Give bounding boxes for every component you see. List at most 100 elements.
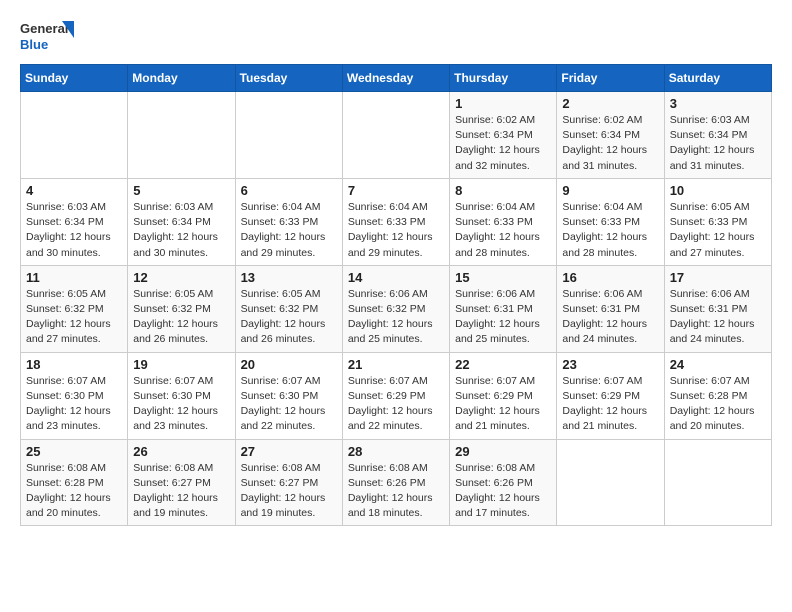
day-detail: Sunrise: 6:08 AM Sunset: 6:28 PM Dayligh… xyxy=(26,462,111,520)
day-detail: Sunrise: 6:08 AM Sunset: 6:26 PM Dayligh… xyxy=(455,462,540,520)
day-cell: 19Sunrise: 6:07 AM Sunset: 6:30 PM Dayli… xyxy=(128,352,235,439)
col-header-friday: Friday xyxy=(557,65,664,92)
day-detail: Sunrise: 6:08 AM Sunset: 6:26 PM Dayligh… xyxy=(348,462,433,520)
day-detail: Sunrise: 6:05 AM Sunset: 6:33 PM Dayligh… xyxy=(670,201,755,259)
day-detail: Sunrise: 6:08 AM Sunset: 6:27 PM Dayligh… xyxy=(133,462,218,520)
day-number: 8 xyxy=(455,183,551,198)
day-detail: Sunrise: 6:06 AM Sunset: 6:31 PM Dayligh… xyxy=(562,288,647,346)
week-row-2: 4 Sunrise: 6:03 AM Sunset: 6:34 PM Daylig… xyxy=(21,178,772,265)
day-detail: Sunrise: 6:03 AM Sunset: 6:34 PM Dayligh… xyxy=(670,114,755,172)
day-cell: 2Sunrise: 6:02 AM Sunset: 6:34 PM Daylig… xyxy=(557,92,664,179)
col-header-saturday: Saturday xyxy=(664,65,771,92)
day-number: 12 xyxy=(133,270,229,285)
day-cell: 22Sunrise: 6:07 AM Sunset: 6:29 PM Dayli… xyxy=(450,352,557,439)
day-cell: 12 Sunrise: 6:05 AM Sunset: 6:32 PM Dayli… xyxy=(128,265,235,352)
day-detail: Sunrise: 6:06 AM Sunset: 6:31 PM Dayligh… xyxy=(670,288,755,346)
day-cell: 28 Sunrise: 6:08 AM Sunset: 6:26 PM Dayli… xyxy=(342,439,449,526)
header: GeneralBlue xyxy=(20,16,772,56)
day-detail: Sunrise: 6:03 AM Sunset: 6:34 PM Dayligh… xyxy=(26,201,111,259)
day-cell: 6 Sunrise: 6:04 AM Sunset: 6:33 PM Daylig… xyxy=(235,178,342,265)
day-cell: 16 Sunrise: 6:06 AM Sunset: 6:31 PM Dayli… xyxy=(557,265,664,352)
day-detail: Sunrise: 6:05 AM Sunset: 6:32 PM Dayligh… xyxy=(133,288,218,346)
day-detail: Sunrise: 6:06 AM Sunset: 6:31 PM Dayligh… xyxy=(455,288,540,346)
calendar-table: SundayMondayTuesdayWednesdayThursdayFrid… xyxy=(20,64,772,526)
col-header-wednesday: Wednesday xyxy=(342,65,449,92)
day-number: 9 xyxy=(562,183,658,198)
day-number: 28 xyxy=(348,444,444,459)
day-number: 16 xyxy=(562,270,658,285)
week-row-1: 1 Sunrise: 6:02 AM Sunset: 6:34 PM Daylig… xyxy=(21,92,772,179)
day-cell: 3 Sunrise: 6:03 AM Sunset: 6:34 PM Daylig… xyxy=(664,92,771,179)
day-cell: 25 Sunrise: 6:08 AM Sunset: 6:28 PM Dayli… xyxy=(21,439,128,526)
day-number: 3 xyxy=(670,96,766,111)
day-number: 18 xyxy=(26,357,122,372)
day-cell: 9Sunrise: 6:04 AM Sunset: 6:33 PM Daylig… xyxy=(557,178,664,265)
day-cell: 26 Sunrise: 6:08 AM Sunset: 6:27 PM Dayli… xyxy=(128,439,235,526)
day-number: 29 xyxy=(455,444,551,459)
col-header-thursday: Thursday xyxy=(450,65,557,92)
logo: GeneralBlue xyxy=(20,16,76,56)
day-cell: 24 Sunrise: 6:07 AM Sunset: 6:28 PM Dayli… xyxy=(664,352,771,439)
day-number: 6 xyxy=(241,183,337,198)
day-number: 24 xyxy=(670,357,766,372)
day-detail: Sunrise: 6:05 AM Sunset: 6:32 PM Dayligh… xyxy=(241,288,326,346)
day-number: 15 xyxy=(455,270,551,285)
day-cell: 15 Sunrise: 6:06 AM Sunset: 6:31 PM Dayli… xyxy=(450,265,557,352)
day-detail: Sunrise: 6:07 AM Sunset: 6:30 PM Dayligh… xyxy=(241,375,326,433)
day-cell: 17 Sunrise: 6:06 AM Sunset: 6:31 PM Dayli… xyxy=(664,265,771,352)
calendar-body: 1 Sunrise: 6:02 AM Sunset: 6:34 PM Daylig… xyxy=(21,92,772,526)
day-number: 13 xyxy=(241,270,337,285)
day-cell: 5Sunrise: 6:03 AM Sunset: 6:34 PM Daylig… xyxy=(128,178,235,265)
day-number: 19 xyxy=(133,357,229,372)
day-cell xyxy=(235,92,342,179)
day-detail: Sunrise: 6:07 AM Sunset: 6:29 PM Dayligh… xyxy=(455,375,540,433)
day-cell: 10 Sunrise: 6:05 AM Sunset: 6:33 PM Dayli… xyxy=(664,178,771,265)
header-row: SundayMondayTuesdayWednesdayThursdayFrid… xyxy=(21,65,772,92)
day-cell: 27 Sunrise: 6:08 AM Sunset: 6:27 PM Dayli… xyxy=(235,439,342,526)
day-detail: Sunrise: 6:04 AM Sunset: 6:33 PM Dayligh… xyxy=(241,201,326,259)
calendar-header: SundayMondayTuesdayWednesdayThursdayFrid… xyxy=(21,65,772,92)
day-detail: Sunrise: 6:04 AM Sunset: 6:33 PM Dayligh… xyxy=(348,201,433,259)
svg-text:General: General xyxy=(20,21,68,36)
day-cell: 8Sunrise: 6:04 AM Sunset: 6:33 PM Daylig… xyxy=(450,178,557,265)
week-row-4: 18 Sunrise: 6:07 AM Sunset: 6:30 PM Dayli… xyxy=(21,352,772,439)
day-cell: 21Sunrise: 6:07 AM Sunset: 6:29 PM Dayli… xyxy=(342,352,449,439)
col-header-sunday: Sunday xyxy=(21,65,128,92)
day-number: 7 xyxy=(348,183,444,198)
week-row-5: 25 Sunrise: 6:08 AM Sunset: 6:28 PM Dayli… xyxy=(21,439,772,526)
day-cell xyxy=(21,92,128,179)
day-detail: Sunrise: 6:07 AM Sunset: 6:30 PM Dayligh… xyxy=(26,375,111,433)
day-number: 14 xyxy=(348,270,444,285)
day-cell xyxy=(128,92,235,179)
day-cell: 14Sunrise: 6:06 AM Sunset: 6:32 PM Dayli… xyxy=(342,265,449,352)
day-cell: 18 Sunrise: 6:07 AM Sunset: 6:30 PM Dayli… xyxy=(21,352,128,439)
day-cell xyxy=(664,439,771,526)
day-detail: Sunrise: 6:07 AM Sunset: 6:28 PM Dayligh… xyxy=(670,375,755,433)
col-header-monday: Monday xyxy=(128,65,235,92)
day-number: 2 xyxy=(562,96,658,111)
day-detail: Sunrise: 6:05 AM Sunset: 6:32 PM Dayligh… xyxy=(26,288,111,346)
day-cell: 13 Sunrise: 6:05 AM Sunset: 6:32 PM Dayli… xyxy=(235,265,342,352)
day-number: 26 xyxy=(133,444,229,459)
day-number: 1 xyxy=(455,96,551,111)
day-cell: 11Sunrise: 6:05 AM Sunset: 6:32 PM Dayli… xyxy=(21,265,128,352)
logo-svg: GeneralBlue xyxy=(20,16,76,56)
day-number: 23 xyxy=(562,357,658,372)
day-number: 17 xyxy=(670,270,766,285)
day-cell xyxy=(342,92,449,179)
day-number: 10 xyxy=(670,183,766,198)
day-detail: Sunrise: 6:07 AM Sunset: 6:29 PM Dayligh… xyxy=(348,375,433,433)
day-detail: Sunrise: 6:03 AM Sunset: 6:34 PM Dayligh… xyxy=(133,201,218,259)
week-row-3: 11Sunrise: 6:05 AM Sunset: 6:32 PM Dayli… xyxy=(21,265,772,352)
day-cell: 23Sunrise: 6:07 AM Sunset: 6:29 PM Dayli… xyxy=(557,352,664,439)
day-cell: 1 Sunrise: 6:02 AM Sunset: 6:34 PM Daylig… xyxy=(450,92,557,179)
day-detail: Sunrise: 6:02 AM Sunset: 6:34 PM Dayligh… xyxy=(455,114,540,172)
day-number: 25 xyxy=(26,444,122,459)
day-detail: Sunrise: 6:08 AM Sunset: 6:27 PM Dayligh… xyxy=(241,462,326,520)
day-number: 4 xyxy=(26,183,122,198)
day-cell: 7 Sunrise: 6:04 AM Sunset: 6:33 PM Daylig… xyxy=(342,178,449,265)
day-number: 27 xyxy=(241,444,337,459)
col-header-tuesday: Tuesday xyxy=(235,65,342,92)
day-cell xyxy=(557,439,664,526)
svg-text:Blue: Blue xyxy=(20,37,48,52)
